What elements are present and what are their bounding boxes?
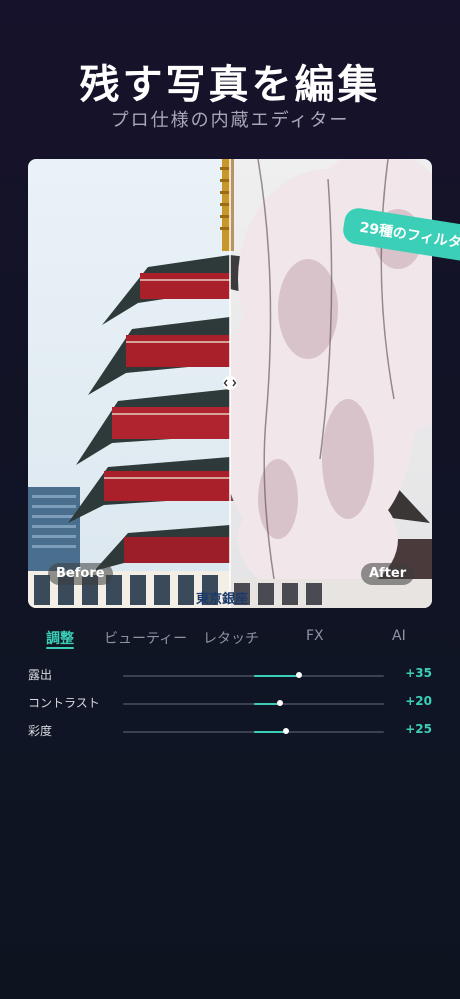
tab-label: FX bbox=[306, 628, 324, 644]
adjustment-label: 露出 bbox=[28, 668, 53, 682]
contrast-slider[interactable] bbox=[123, 700, 384, 706]
exposure-slider[interactable] bbox=[123, 672, 384, 678]
after-label: After bbox=[361, 563, 415, 585]
tab-adjust[interactable]: 調整 bbox=[46, 628, 74, 649]
tab-beauty[interactable]: ビューティー bbox=[104, 628, 187, 648]
tab-label: レタッチ bbox=[203, 631, 259, 647]
adjustment-label: 彩度 bbox=[28, 724, 53, 738]
adjustment-label: コントラスト bbox=[28, 696, 100, 710]
before-label: Before bbox=[48, 563, 113, 585]
adjustment-value: +35 bbox=[405, 666, 432, 680]
adjustment-value: +25 bbox=[405, 722, 432, 736]
adjustment-row-exposure: 露出 +35 bbox=[0, 666, 460, 686]
tab-label: 調整 bbox=[46, 631, 74, 647]
tab-retouch[interactable]: レタッチ bbox=[203, 628, 259, 648]
subheadline: プロ仕様の内蔵エディター bbox=[110, 110, 350, 131]
slider-fill bbox=[253, 731, 287, 733]
adjustment-value: +20 bbox=[405, 694, 432, 708]
tab-label: ビューティー bbox=[104, 631, 188, 647]
saturation-slider[interactable] bbox=[123, 728, 384, 734]
adjustment-row-saturation: 彩度 +25 bbox=[0, 722, 460, 742]
headline: 残す写真を編集 bbox=[79, 62, 381, 108]
slider-fill bbox=[253, 703, 280, 705]
editor-tab-bar: 調整 ビューティー レタッチ FX AI bbox=[0, 628, 460, 652]
tab-label: AI bbox=[392, 628, 406, 644]
active-tab-indicator bbox=[46, 647, 74, 649]
tab-ai[interactable]: AI bbox=[392, 628, 406, 644]
slider-knob[interactable] bbox=[276, 700, 283, 706]
split-handle-icon[interactable] bbox=[223, 376, 237, 390]
tab-fx[interactable]: FX bbox=[306, 628, 324, 644]
slider-fill bbox=[253, 675, 300, 677]
slider-knob[interactable] bbox=[283, 728, 290, 734]
adjustment-row-contrast: コントラスト +20 bbox=[0, 694, 460, 714]
lantern-sign-text: 東京銀座 bbox=[196, 591, 248, 607]
slider-knob[interactable] bbox=[296, 672, 303, 678]
